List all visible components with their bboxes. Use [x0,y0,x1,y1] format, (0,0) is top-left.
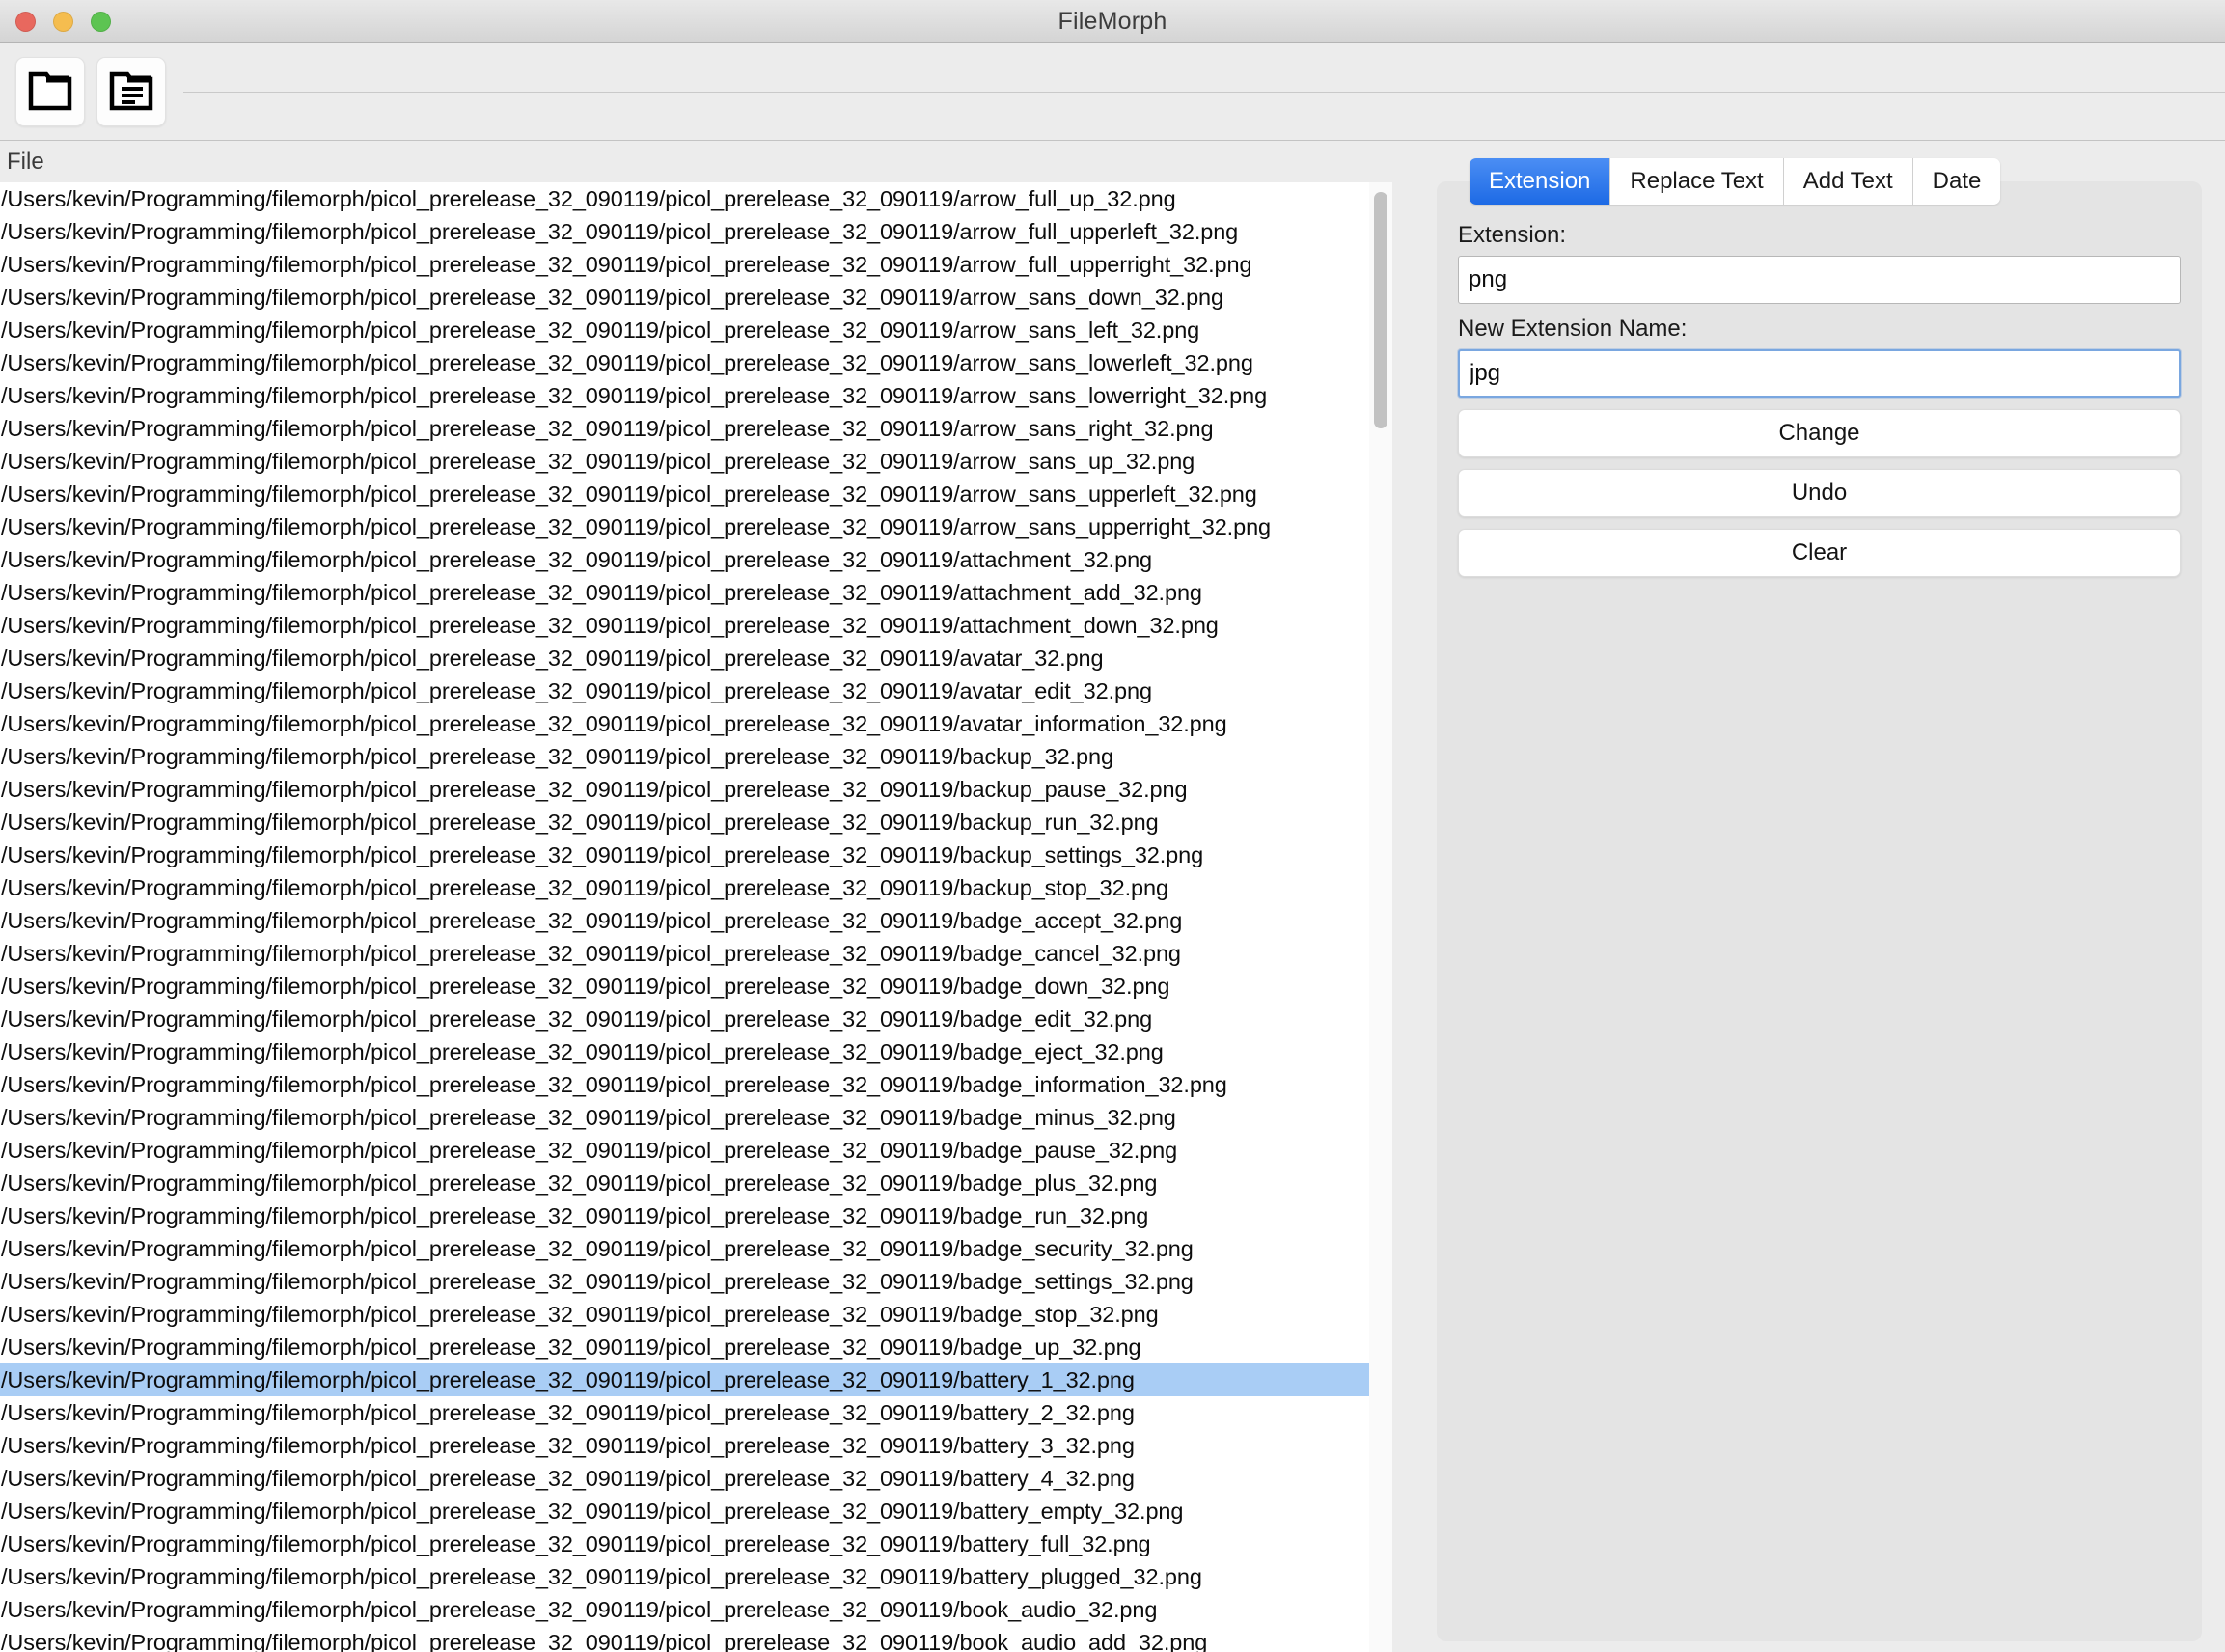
file-list-pane: File /Users/kevin/Programming/filemorph/… [0,141,1415,1652]
scrollbar-thumb[interactable] [1374,192,1387,428]
file-list-item[interactable]: /Users/kevin/Programming/filemorph/picol… [0,1265,1392,1298]
list-right-gutter [1392,182,1415,1652]
file-list-item[interactable]: /Users/kevin/Programming/filemorph/picol… [0,445,1392,478]
window-titlebar: FileMorph [0,0,2225,43]
main-toolbar [0,43,2225,141]
file-list-item[interactable]: /Users/kevin/Programming/filemorph/picol… [0,1167,1392,1199]
file-list-item[interactable]: /Users/kevin/Programming/filemorph/picol… [0,510,1392,543]
vertical-scrollbar[interactable] [1369,182,1392,1652]
file-list-item[interactable]: /Users/kevin/Programming/filemorph/picol… [0,576,1392,609]
file-list-item[interactable]: /Users/kevin/Programming/filemorph/picol… [0,248,1392,281]
undo-button[interactable]: Undo [1458,469,2181,517]
file-list-item[interactable]: /Users/kevin/Programming/filemorph/picol… [0,675,1392,707]
file-list-item[interactable]: /Users/kevin/Programming/filemorph/picol… [0,1232,1392,1265]
file-list-item[interactable]: /Users/kevin/Programming/filemorph/picol… [0,1396,1392,1429]
tab-replace-text[interactable]: Replace Text [1610,158,1784,205]
file-list-item[interactable]: /Users/kevin/Programming/filemorph/picol… [0,1003,1392,1035]
file-list-item[interactable]: /Users/kevin/Programming/filemorph/picol… [0,740,1392,773]
file-list-item[interactable]: /Users/kevin/Programming/filemorph/picol… [0,1199,1392,1232]
extension-input[interactable] [1458,256,2181,304]
file-list-item[interactable]: /Users/kevin/Programming/filemorph/picol… [0,182,1392,215]
file-list-item[interactable]: /Users/kevin/Programming/filemorph/picol… [0,1626,1392,1652]
file-list-item[interactable]: /Users/kevin/Programming/filemorph/picol… [0,346,1392,379]
folder-document-icon [109,69,153,116]
file-list-item[interactable]: /Users/kevin/Programming/filemorph/picol… [0,379,1392,412]
new-extension-label: New Extension Name: [1458,316,1688,342]
file-list-item[interactable]: /Users/kevin/Programming/filemorph/picol… [0,314,1392,346]
options-pane: Extension Replace Text Add Text Date Extens… [1415,141,2225,1652]
file-list-item[interactable]: /Users/kevin/Programming/filemorph/picol… [0,281,1392,314]
options-tabbar[interactable]: Extension Replace Text Add Text Date [1470,158,2001,205]
file-list-item[interactable]: /Users/kevin/Programming/filemorph/picol… [0,1298,1392,1331]
traffic-light-group [15,11,111,32]
open-files-button[interactable] [96,57,166,126]
file-list-item[interactable]: /Users/kevin/Programming/filemorph/picol… [0,1560,1392,1593]
maximize-button[interactable] [91,11,111,32]
close-button[interactable] [15,11,36,32]
file-list-item[interactable]: /Users/kevin/Programming/filemorph/picol… [0,806,1392,839]
file-list-item[interactable]: /Users/kevin/Programming/filemorph/picol… [0,412,1392,445]
new-extension-input[interactable] [1458,349,2181,398]
open-folder-icon [28,69,72,116]
file-column-header[interactable]: File [0,141,1415,182]
tab-extension[interactable]: Extension [1470,158,1611,205]
file-list-item[interactable]: /Users/kevin/Programming/filemorph/picol… [0,478,1392,510]
file-list-item[interactable]: /Users/kevin/Programming/filemorph/picol… [0,1528,1392,1560]
file-list-item[interactable]: /Users/kevin/Programming/filemorph/picol… [0,1331,1392,1363]
file-list-item[interactable]: /Users/kevin/Programming/filemorph/picol… [0,1068,1392,1101]
extension-options-panel: Extension: New Extension Name: Change Un… [1437,181,2202,1641]
page-title: FileMorph [1058,7,1167,35]
file-list-item[interactable]: /Users/kevin/Programming/filemorph/picol… [0,1101,1392,1134]
file-list-item[interactable]: /Users/kevin/Programming/filemorph/picol… [0,1462,1392,1495]
extension-label: Extension: [1458,222,1567,248]
open-folder-button[interactable] [15,57,85,126]
file-list-item[interactable]: /Users/kevin/Programming/filemorph/picol… [0,773,1392,806]
minimize-button[interactable] [53,11,73,32]
file-list-item[interactable]: /Users/kevin/Programming/filemorph/picol… [0,904,1392,937]
file-list-item[interactable]: /Users/kevin/Programming/filemorph/picol… [0,871,1392,904]
file-list-item[interactable]: /Users/kevin/Programming/filemorph/picol… [0,609,1392,642]
file-list-scroll-area[interactable]: /Users/kevin/Programming/filemorph/picol… [0,182,1415,1652]
file-list-item[interactable]: /Users/kevin/Programming/filemorph/picol… [0,1495,1392,1528]
tab-add-text[interactable]: Add Text [1783,158,1913,205]
clear-button[interactable]: Clear [1458,529,2181,577]
file-list[interactable]: /Users/kevin/Programming/filemorph/picol… [0,182,1392,1652]
file-list-item[interactable]: /Users/kevin/Programming/filemorph/picol… [0,215,1392,248]
file-list-item[interactable]: /Users/kevin/Programming/filemorph/picol… [0,970,1392,1003]
file-list-item[interactable]: /Users/kevin/Programming/filemorph/picol… [0,1593,1392,1626]
file-list-item[interactable]: /Users/kevin/Programming/filemorph/picol… [0,1429,1392,1462]
file-list-item[interactable]: /Users/kevin/Programming/filemorph/picol… [0,1363,1392,1396]
change-button[interactable]: Change [1458,409,2181,457]
file-list-item[interactable]: /Users/kevin/Programming/filemorph/picol… [0,543,1392,576]
file-list-item[interactable]: /Users/kevin/Programming/filemorph/picol… [0,642,1392,675]
main-content: File /Users/kevin/Programming/filemorph/… [0,141,2225,1652]
file-list-item[interactable]: /Users/kevin/Programming/filemorph/picol… [0,1134,1392,1167]
file-list-item[interactable]: /Users/kevin/Programming/filemorph/picol… [0,839,1392,871]
tab-date[interactable]: Date [1912,158,2001,205]
file-list-item[interactable]: /Users/kevin/Programming/filemorph/picol… [0,1035,1392,1068]
file-list-item[interactable]: /Users/kevin/Programming/filemorph/picol… [0,937,1392,970]
file-list-item[interactable]: /Users/kevin/Programming/filemorph/picol… [0,707,1392,740]
